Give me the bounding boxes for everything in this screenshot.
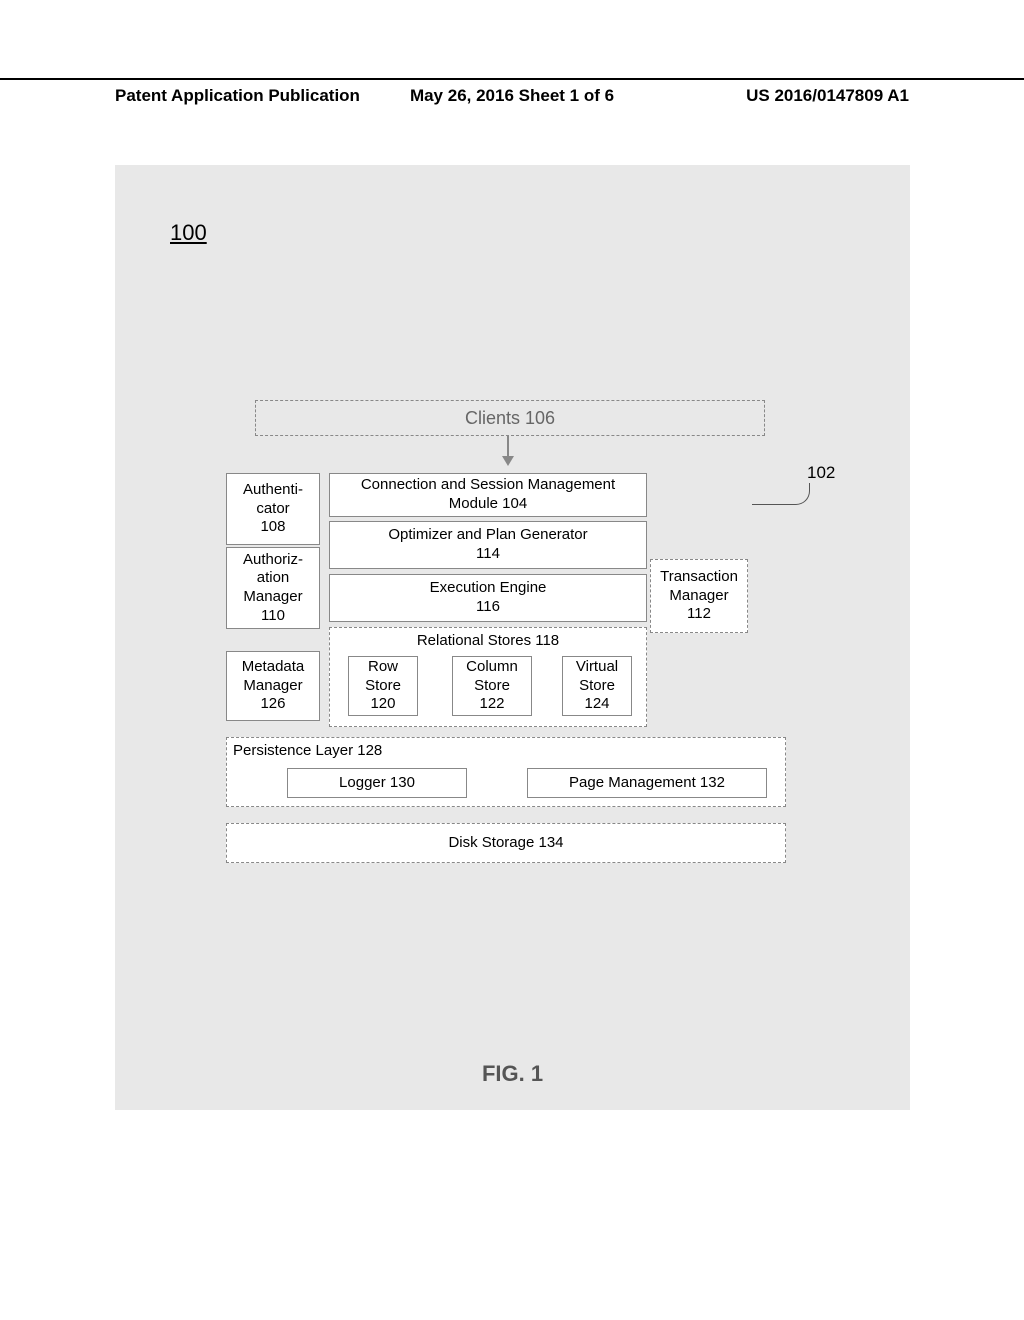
row-store-box: RowStore120 [348, 656, 418, 716]
reference-100: 100 [170, 220, 207, 246]
relational-stores-box: Relational Stores 118 RowStore120 Column… [329, 627, 647, 727]
transaction-manager-box: TransactionManager112 [650, 559, 748, 633]
page-header: Patent Application Publication May 26, 2… [0, 78, 1024, 106]
persistence-title: Persistence Layer 128 [233, 742, 382, 761]
authenticator-box: Authenti-cator108 [226, 473, 320, 545]
page-management-box: Page Management 132 [527, 768, 767, 798]
execution-engine-box: Execution Engine116 [329, 574, 647, 622]
diagram-area: 100 Clients 106 102 Authenti-cator108 Au… [115, 165, 910, 1110]
virtual-store-box: VirtualStore124 [562, 656, 632, 716]
metadata-manager-box: MetadataManager126 [226, 651, 320, 721]
header-center: May 26, 2016 Sheet 1 of 6 [410, 86, 614, 106]
disk-storage-box: Disk Storage 134 [226, 823, 786, 863]
connection-session-box: Connection and Session ManagementModule … [329, 473, 647, 517]
reference-102: 102 [807, 463, 835, 483]
header-left: Patent Application Publication [115, 86, 360, 106]
clients-box: Clients 106 [255, 400, 765, 436]
relational-stores-title: Relational Stores 118 [417, 632, 559, 651]
column-store-box: ColumnStore122 [452, 656, 532, 716]
system-container: Authenti-cator108 Authoriz-ationManager1… [222, 465, 798, 885]
persistence-layer-box: Persistence Layer 128 Logger 130 Page Ma… [226, 737, 786, 807]
header-right: US 2016/0147809 A1 [746, 86, 909, 106]
optimizer-box: Optimizer and Plan Generator114 [329, 521, 647, 569]
figure-caption: FIG. 1 [115, 1061, 910, 1087]
authorization-manager-box: Authoriz-ationManager110 [226, 547, 320, 629]
logger-box: Logger 130 [287, 768, 467, 798]
